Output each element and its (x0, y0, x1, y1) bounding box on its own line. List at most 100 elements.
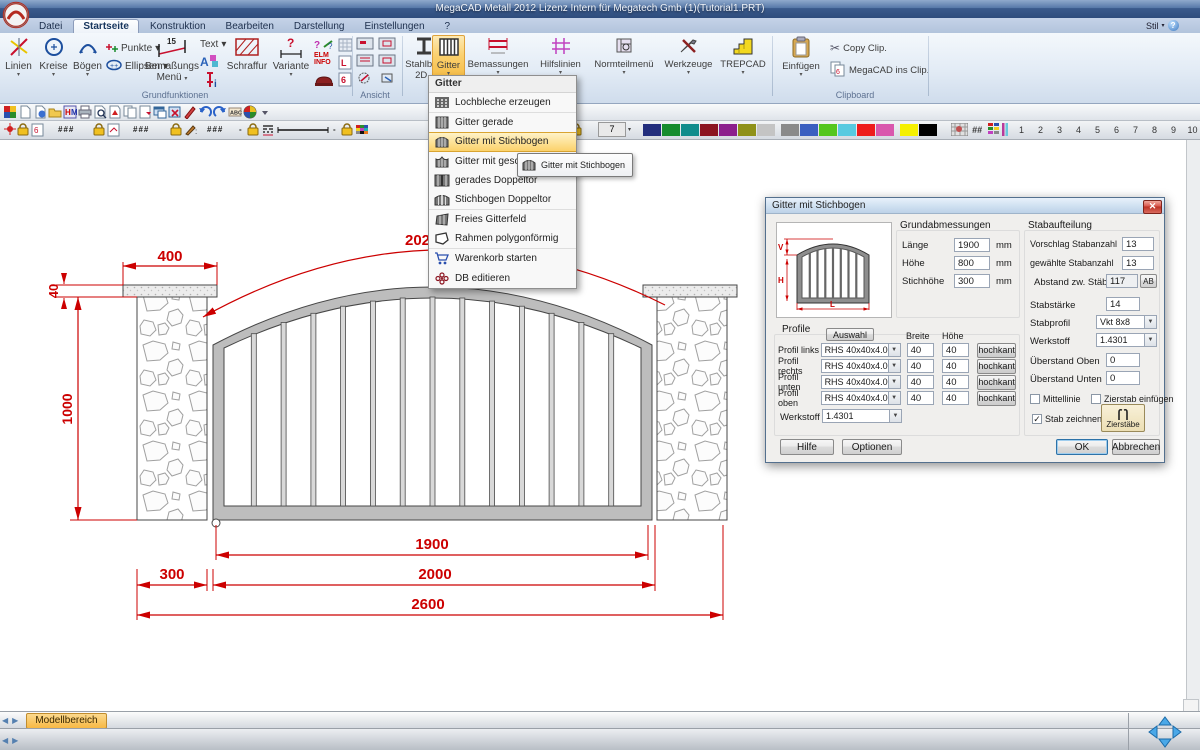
boegen-button[interactable]: Bögen▾ (71, 36, 104, 78)
linetype-icon[interactable] (261, 122, 275, 137)
color-swatch[interactable] (781, 124, 799, 136)
schraffur-button[interactable]: Schraffur (226, 36, 268, 72)
field-input[interactable]: 13 (1122, 237, 1154, 251)
stabprofil-select[interactable]: Vkt 8x8▼ (1096, 315, 1157, 329)
color-bar-icon[interactable] (1002, 122, 1008, 137)
color-swatch[interactable] (876, 124, 894, 136)
layer-number-3[interactable]: 3 (1050, 125, 1069, 135)
normteil-button[interactable]: Normteilmenü▾ (590, 36, 658, 76)
bemassungen-button[interactable]: Bemassungen▾ (466, 36, 530, 76)
print-preview-icon[interactable] (92, 104, 107, 119)
app-logo-icon[interactable] (2, 104, 17, 119)
color-swatch[interactable] (757, 124, 775, 136)
page-small-icon[interactable] (107, 122, 120, 137)
profil-select[interactable]: RHS 40x40x4.0▼ (821, 343, 901, 357)
profil-select[interactable]: RHS 40x40x4.0▼ (821, 359, 901, 373)
megacad-clip-button[interactable]: 6 MegaCAD ins Clip. (830, 61, 929, 80)
tab-startseite[interactable]: Startseite (73, 19, 139, 33)
menu-item-warenkorb[interactable]: Warenkorb starten (429, 249, 576, 269)
hochkant-button[interactable]: hochkant (977, 343, 1016, 358)
hatch-toggle-icon[interactable]: ## (972, 122, 982, 137)
color-grid-icon[interactable] (355, 122, 369, 137)
pen-field[interactable]: ### (133, 122, 149, 137)
color-swatch[interactable] (719, 124, 737, 136)
hoehe-input[interactable]: 40 (942, 375, 969, 389)
layer-field-1[interactable]: ### (58, 122, 74, 137)
field-input[interactable]: 800 (954, 256, 990, 270)
stamp-icon[interactable] (313, 71, 335, 92)
layer-number-7[interactable]: 7 (1126, 125, 1145, 135)
hochkant-button[interactable]: hochkant (977, 375, 1016, 390)
breite-input[interactable]: 40 (907, 343, 934, 357)
layer-number-1[interactable]: 1 (1012, 125, 1031, 135)
linien-button[interactable]: Linien▾ (2, 36, 35, 78)
ab-button[interactable]: AB (1140, 274, 1157, 288)
hilfslinien-button[interactable]: Hilfslinien▾ (533, 36, 588, 76)
bemassung-menu-button[interactable]: 15 Bemaßungs Menü ▾ (148, 36, 196, 83)
redo-icon[interactable] (212, 104, 227, 119)
status-scroll-right-icon[interactable]: ▶ (12, 736, 18, 745)
menu-item-db[interactable]: DB editieren (429, 269, 576, 289)
gitter-button[interactable]: Gitter▾ (432, 35, 465, 79)
layer-number-10[interactable]: 10 (1183, 125, 1200, 135)
stabstaerke-field[interactable]: 14 (1106, 297, 1140, 311)
field-input[interactable]: 13 (1122, 256, 1154, 270)
menu-item-lochbleche[interactable]: Lochbleche erzeugen (429, 93, 576, 113)
color-swatch[interactable] (643, 124, 661, 136)
auswahl-button[interactable]: Auswahl (826, 328, 874, 341)
tab-scroll-left-icon[interactable]: ◀ (2, 716, 8, 725)
menu-item-stichbogen[interactable]: Gitter mit Stichbogen (429, 132, 576, 152)
line-preview[interactable] (277, 122, 329, 137)
pencil-icon[interactable]: : (184, 122, 198, 137)
trepcad-button[interactable]: TREPCAD▾ (718, 36, 768, 76)
zierstab-checkbox[interactable] (1091, 394, 1101, 404)
variante-button[interactable]: ? Variante▾ (270, 36, 312, 78)
optionen-button[interactable]: Optionen (842, 439, 902, 455)
tab-bearbeiten[interactable]: Bearbeiten (217, 20, 283, 33)
color-swatch[interactable] (681, 124, 699, 136)
color-swatch[interactable] (800, 124, 818, 136)
color-wheel-icon[interactable] (242, 104, 257, 119)
page-6-icon[interactable]: 6 (338, 72, 353, 92)
abstand-field[interactable]: 117 (1106, 274, 1138, 288)
abc-stamp-icon[interactable]: ABC (227, 104, 242, 119)
hoehe-input[interactable]: 40 (942, 391, 969, 405)
color-field[interactable]: ### (207, 122, 223, 137)
layer-number-6[interactable]: 6 (1107, 125, 1126, 135)
printer-icon[interactable] (77, 104, 92, 119)
hilfe-button[interactable]: Hilfe (780, 439, 834, 455)
help-icon[interactable]: ? (1168, 20, 1179, 31)
profil-select[interactable]: RHS 40x40x4.0▼ (821, 375, 901, 389)
menu-item-freifeld[interactable]: Freies Gitterfeld (429, 210, 576, 230)
open-folder-icon[interactable] (47, 104, 62, 119)
color-swatch[interactable] (900, 124, 918, 136)
menu-item-doppeltor-bogen[interactable]: Stichbogen Doppeltor (429, 191, 576, 211)
elm-info-button[interactable]: ELM INFO (314, 52, 331, 66)
breite-input[interactable]: 40 (907, 359, 934, 373)
tab-einstellungen[interactable]: Einstellungen (356, 20, 434, 33)
profil-select[interactable]: RHS 40x40x4.0▼ (821, 391, 901, 405)
ueberstand-oben-field[interactable]: 0 (1106, 353, 1140, 367)
pattern-swatch-icon[interactable] (951, 122, 968, 137)
tab-darstellung[interactable]: Darstellung (285, 20, 354, 33)
app-logo-icon[interactable] (2, 1, 30, 34)
mittellinie-checkbox[interactable] (1030, 394, 1040, 404)
layer-number-2[interactable]: 2 (1031, 125, 1050, 135)
breite-input[interactable]: 40 (907, 375, 934, 389)
dialog-close-icon[interactable]: ✕ (1143, 200, 1162, 214)
color-swatch[interactable] (738, 124, 756, 136)
ansicht-icons[interactable] (356, 37, 398, 92)
layer-number-select[interactable]: 7▾ (598, 122, 631, 137)
undo-icon[interactable] (197, 104, 212, 119)
lock-pattern-icon[interactable] (341, 122, 353, 137)
copy-clip-button[interactable]: ✂ Copy Clip. (830, 41, 887, 55)
pan-control[interactable] (1128, 713, 1200, 750)
layer-number-8[interactable]: 8 (1145, 125, 1164, 135)
tab-scroll-right-icon[interactable]: ▶ (12, 716, 18, 725)
page-settings-icon[interactable] (137, 104, 152, 119)
menu-item-polygon[interactable]: Rahmen polygonförmig (429, 230, 576, 250)
red-pen-icon[interactable] (182, 104, 197, 119)
breite-input[interactable]: 40 (907, 391, 934, 405)
page-6-small-icon[interactable]: 6 (31, 122, 44, 137)
ok-button[interactable]: OK (1056, 439, 1108, 455)
